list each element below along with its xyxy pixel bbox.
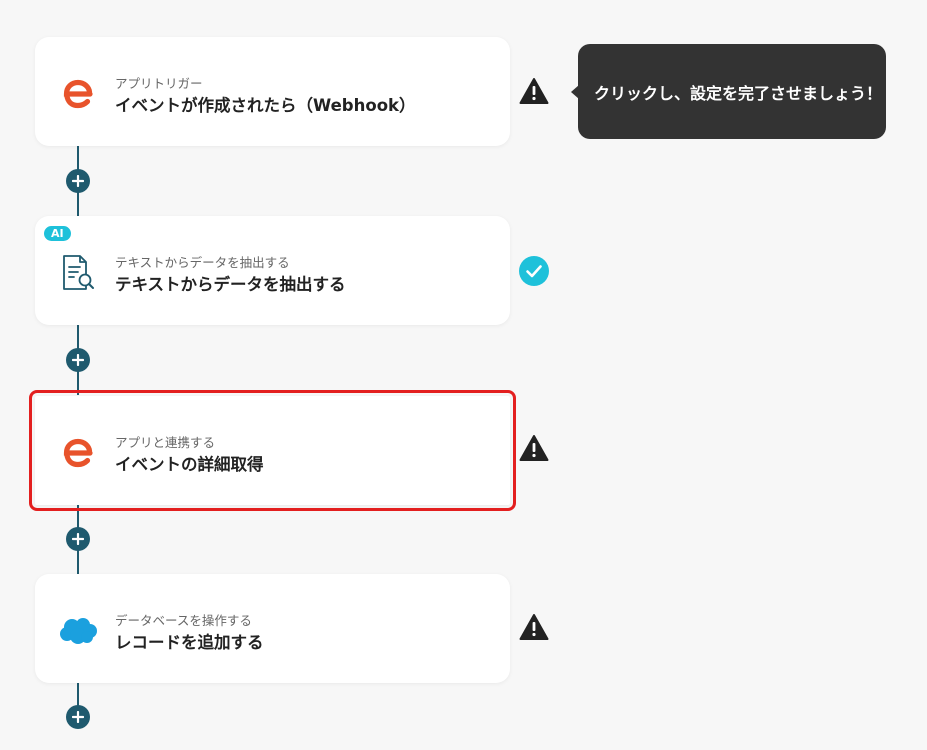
- eventbrite-e-icon: [58, 74, 98, 114]
- document-search-icon: [58, 253, 98, 293]
- flow-step-card[interactable]: データベースを操作する レコードを追加する: [35, 574, 510, 683]
- flow-step-card-selected[interactable]: アプリと連携する イベントの詳細取得: [29, 390, 516, 511]
- plus-icon: [72, 354, 84, 366]
- flow-step-card[interactable]: AI テキストからデータを抽出する テキストからデータを抽出する: [35, 216, 510, 325]
- warning-icon[interactable]: [518, 432, 550, 464]
- plus-icon: [72, 175, 84, 187]
- warning-icon[interactable]: [518, 75, 550, 107]
- add-step-button[interactable]: [66, 705, 90, 729]
- step-title: テキストからデータを抽出する: [115, 275, 346, 294]
- plus-icon: [72, 711, 84, 723]
- flow-step-card[interactable]: アプリトリガー イベントが作成されたら（Webhook）: [35, 37, 510, 146]
- step-subtitle: アプリトリガー: [115, 76, 203, 91]
- tooltip-text: クリックし、設定を完了させましょう！: [594, 83, 883, 103]
- step-title: レコードを追加する: [115, 633, 264, 652]
- eventbrite-e-icon: [58, 433, 98, 473]
- step-title: イベントの詳細取得: [115, 455, 264, 474]
- step-title: イベントが作成されたら（Webhook）: [115, 96, 416, 115]
- warning-icon[interactable]: [518, 611, 550, 643]
- plus-icon: [72, 533, 84, 545]
- step-subtitle: テキストからデータを抽出する: [115, 255, 290, 270]
- add-step-button[interactable]: [66, 348, 90, 372]
- step-subtitle: アプリと連携する: [115, 435, 216, 450]
- step-subtitle: データベースを操作する: [115, 613, 252, 628]
- add-step-button[interactable]: [66, 527, 90, 551]
- add-step-button[interactable]: [66, 169, 90, 193]
- setup-hint-tooltip: クリックし、設定を完了させましょう！: [571, 44, 886, 139]
- ai-badge: AI: [44, 226, 71, 241]
- salesforce-cloud-icon: [58, 611, 98, 651]
- check-icon: [518, 255, 550, 287]
